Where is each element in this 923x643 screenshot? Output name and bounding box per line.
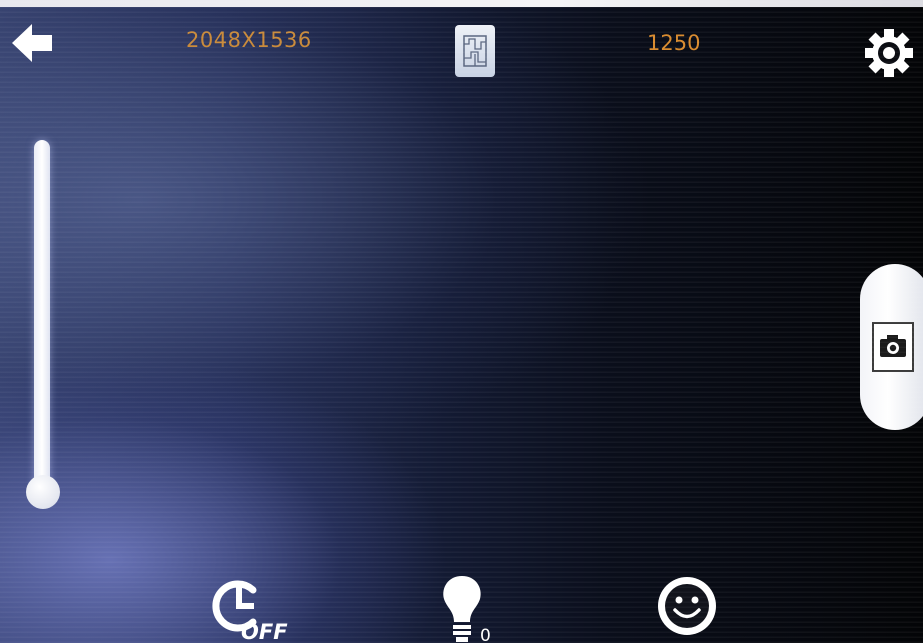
back-arrow-icon [12, 24, 52, 62]
smiley-face-icon [658, 577, 716, 635]
camera-viewfinder: 2048X1536 1250 OFF 0 [0, 0, 923, 643]
camera-icon [880, 335, 906, 357]
face-detection-button[interactable] [654, 573, 720, 639]
zoom-slider[interactable] [24, 130, 74, 520]
sd-card-icon [463, 35, 487, 67]
zoom-track [34, 140, 50, 495]
light-button[interactable]: 0 [437, 574, 497, 643]
light-level-label: 0 [480, 626, 491, 643]
back-button[interactable] [12, 22, 52, 64]
light-bulb-icon: 0 [443, 576, 491, 643]
capture-button-frame [872, 322, 914, 372]
capture-button[interactable] [860, 264, 923, 430]
resolution-label[interactable]: 2048X1536 [186, 28, 312, 52]
zoom-handle[interactable] [26, 475, 60, 509]
self-timer-icon: OFF [212, 580, 288, 643]
gear-icon [865, 29, 913, 77]
shots-remaining-count: 1250 [647, 31, 701, 55]
settings-button[interactable] [864, 22, 914, 84]
storage-indicator [455, 25, 495, 77]
self-timer-button[interactable]: OFF [203, 570, 295, 643]
timer-off-label: OFF [241, 620, 288, 643]
top-edge-strip [0, 0, 923, 7]
